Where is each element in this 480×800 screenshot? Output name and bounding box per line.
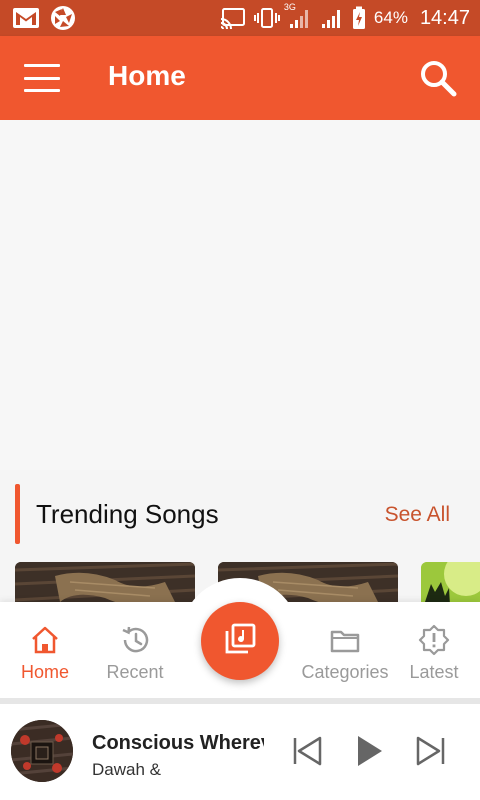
mini-player[interactable]: Conscious Wherev Dawah & [0, 704, 480, 800]
bottom-navigation: Home Recent Categories Latest [0, 578, 480, 698]
skip-previous-icon[interactable] [292, 734, 324, 768]
aperture-icon [50, 5, 76, 31]
nav-item-categories[interactable]: Categories [300, 624, 390, 683]
network-type-label: 3G [283, 2, 296, 12]
album-art[interactable] [11, 720, 73, 782]
nav-item-recent[interactable]: Recent [90, 624, 180, 683]
clock: 14:47 [419, 6, 470, 29]
song-thumbnail [15, 562, 195, 602]
section-accent-bar [15, 484, 20, 544]
battery-percentage: 64% [373, 8, 408, 27]
hamburger-menu-icon[interactable] [24, 64, 60, 92]
battery-charging-icon [352, 6, 366, 30]
nav-item-latest[interactable]: Latest [389, 624, 479, 683]
nav-label: Categories [301, 662, 389, 682]
song-card[interactable] [15, 562, 195, 602]
banner-area [0, 120, 480, 470]
song-card[interactable] [421, 562, 480, 602]
see-all-link[interactable]: See All [385, 503, 450, 527]
cast-icon [220, 7, 246, 29]
status-bar: 3G 64% 14:47 [0, 0, 480, 36]
gmail-icon [12, 7, 40, 29]
track-artist: Dawah & [92, 760, 161, 779]
signal-icon [320, 6, 344, 30]
search-icon[interactable] [418, 58, 458, 98]
song-thumbnail [421, 562, 480, 602]
nav-item-home[interactable]: Home [0, 624, 90, 683]
music-library-icon [223, 622, 257, 661]
nav-label: Home [20, 662, 69, 682]
app-bar: Home [0, 36, 480, 120]
section-title: Trending Songs [36, 499, 219, 529]
nav-label: Latest [409, 662, 459, 682]
play-icon[interactable] [354, 734, 386, 768]
folder-icon [329, 624, 361, 656]
track-title: Conscious Wherev [92, 732, 264, 754]
page-title: Home [108, 60, 186, 91]
alert-badge-icon [418, 624, 450, 656]
signal-icon: 3G [284, 2, 312, 30]
vibrate-icon [253, 7, 280, 29]
music-library-button[interactable] [201, 602, 279, 680]
skip-next-icon[interactable] [414, 734, 446, 768]
home-icon [29, 624, 61, 656]
history-icon [119, 624, 151, 656]
trending-section-header: Trending Songs See All [0, 484, 480, 544]
nav-label: Recent [106, 662, 164, 682]
